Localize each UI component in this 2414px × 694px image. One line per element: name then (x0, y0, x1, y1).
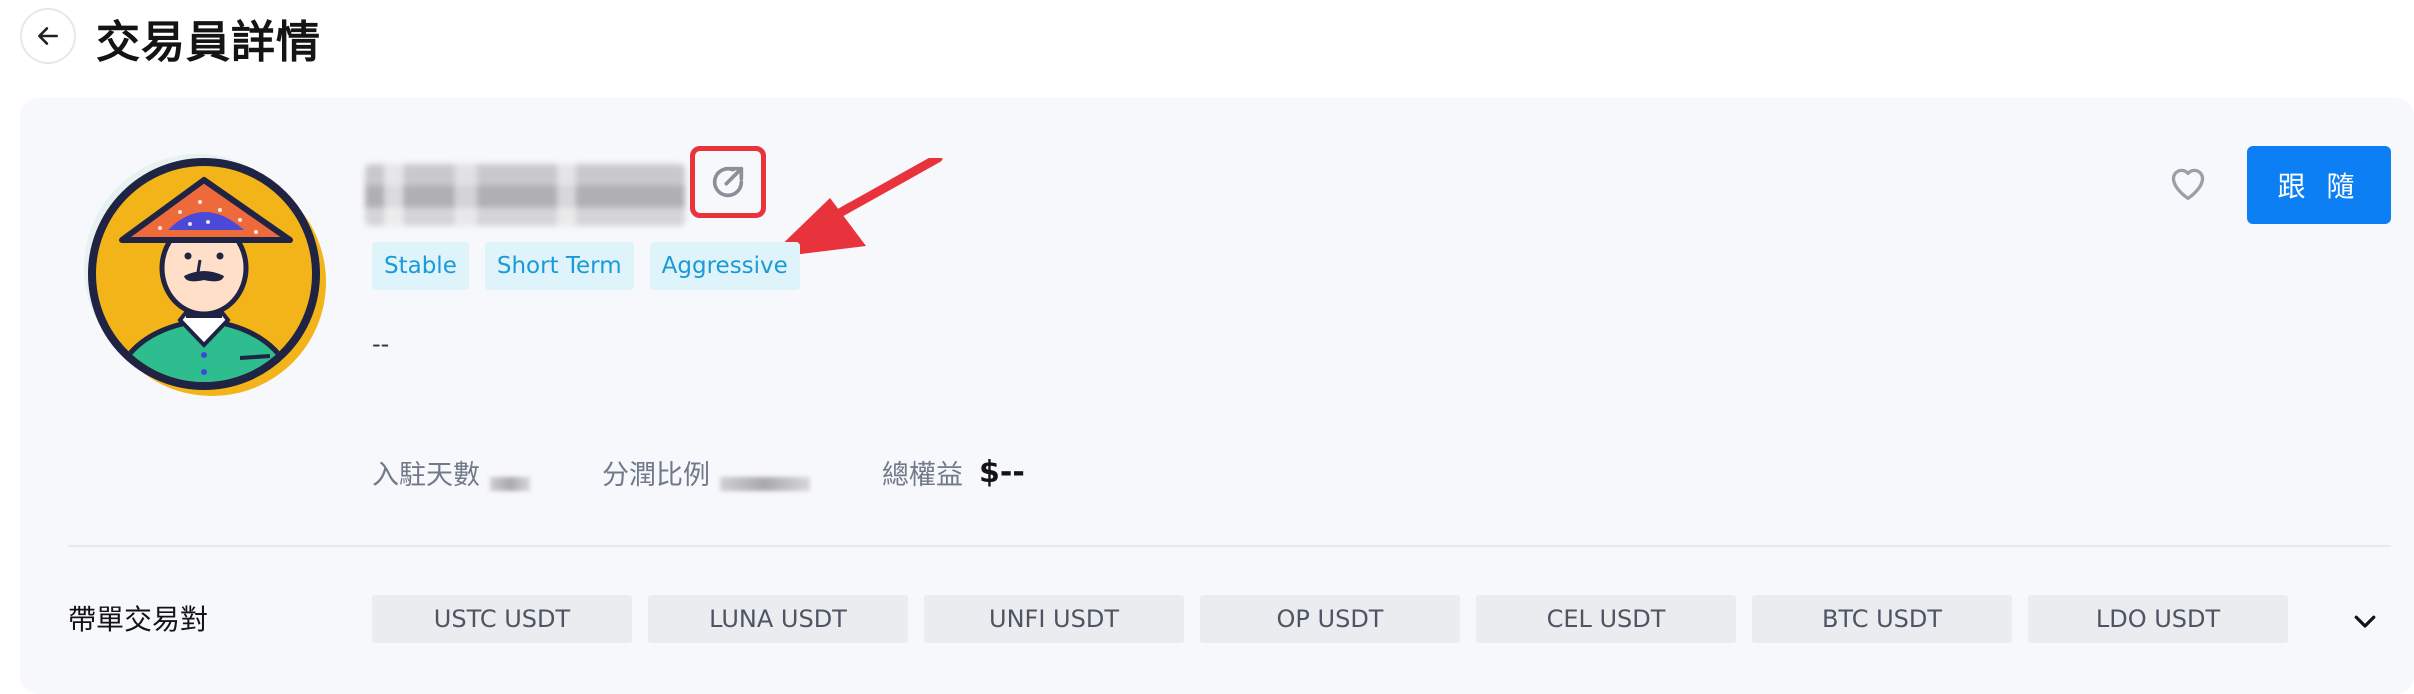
divider (68, 545, 2391, 547)
pair-chip[interactable]: LUNA USDT (648, 595, 908, 643)
pairs-label: 帶單交易對 (68, 603, 209, 636)
tag: Short Term (484, 242, 634, 290)
trader-name-redacted (365, 164, 685, 226)
stat-days-label: 入駐天數 (372, 460, 480, 491)
arrow-left-icon (38, 27, 58, 45)
heart-icon[interactable] (2166, 162, 2210, 202)
stat-equity-label: 總權益 (882, 460, 963, 491)
pair-chip[interactable]: OP USDT (1200, 595, 1460, 643)
pair-chip[interactable]: LDO USDT (2028, 595, 2288, 643)
page-title: 交易員詳情 (96, 17, 321, 68)
pair-chip[interactable]: USTC USDT (372, 595, 632, 643)
stat-share-label: 分潤比例 (602, 460, 710, 491)
trader-stats: 入駐天數 分潤比例 總權益 $-- (372, 453, 1097, 492)
trader-description: -- (372, 330, 390, 358)
pair-chip[interactable]: UNFI USDT (924, 595, 1184, 643)
back-button[interactable] (20, 8, 76, 64)
pair-chip[interactable]: BTC USDT (1752, 595, 2012, 643)
stat-days-value-redacted (490, 476, 530, 491)
share-button[interactable] (690, 146, 766, 218)
chevron-down-icon[interactable] (2350, 606, 2380, 636)
tag: Aggressive (649, 242, 800, 290)
stat-share-value-redacted (720, 476, 810, 491)
pair-chip[interactable]: CEL USDT (1476, 595, 1736, 643)
follow-button[interactable]: 跟 隨 (2247, 146, 2391, 224)
share-icon (712, 166, 744, 198)
stat-share: 分潤比例 (602, 453, 810, 492)
trader-tags: Stable Short Term Aggressive (372, 242, 800, 290)
tag: Stable (372, 242, 469, 290)
stat-equity: 總權益 $-- (882, 453, 1025, 492)
stat-equity-value: $-- (979, 455, 1025, 490)
trader-card: Stable Short Term Aggressive -- 入駐天數 分潤比… (20, 98, 2414, 694)
trading-pairs: USTC USDT LUNA USDT UNFI USDT OP USDT CE… (372, 595, 2288, 643)
trader-avatar (84, 154, 326, 396)
stat-days: 入駐天數 (372, 453, 530, 492)
